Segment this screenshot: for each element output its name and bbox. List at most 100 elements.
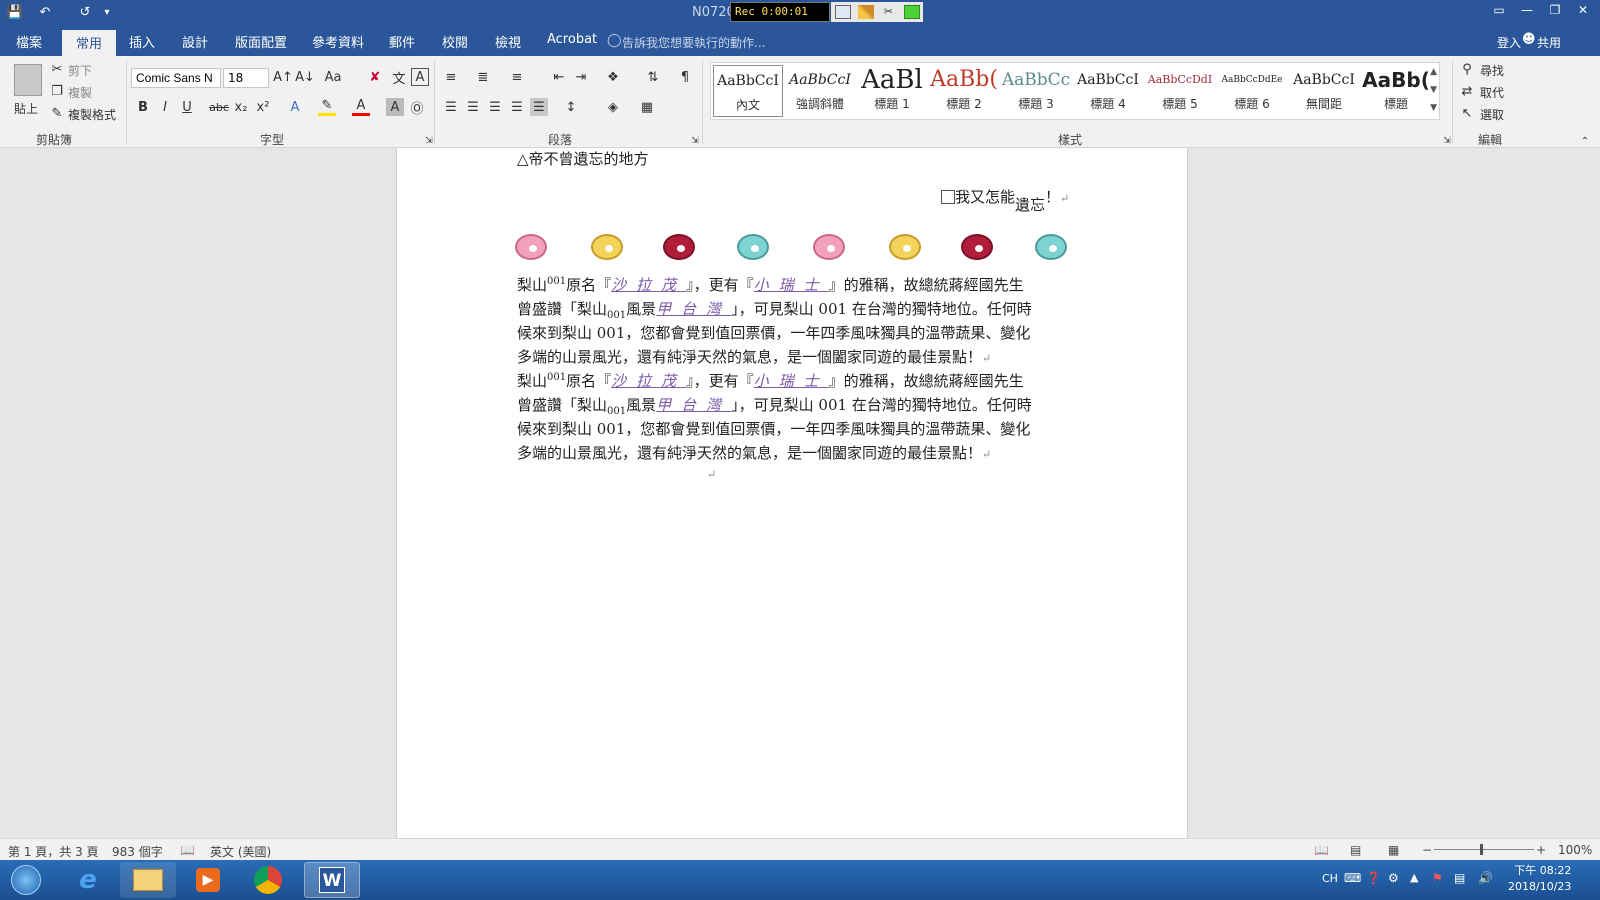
- start-button[interactable]: [2, 862, 50, 898]
- ribbon-display-icon[interactable]: ▭: [1487, 3, 1511, 21]
- screen-icon[interactable]: [834, 5, 851, 19]
- tray-settings-icon[interactable]: ⚙: [1388, 871, 1399, 885]
- zoom-slider-thumb[interactable]: [1480, 844, 1483, 855]
- tell-me-search[interactable]: 告訴我您想要執行的動作...: [622, 34, 765, 51]
- zoom-slider[interactable]: [1434, 849, 1534, 850]
- share-button[interactable]: 共用: [1537, 34, 1561, 51]
- input-language[interactable]: CH: [1322, 872, 1338, 885]
- page-count[interactable]: 第 1 頁，共 3 頁: [8, 843, 99, 860]
- numbering-icon[interactable]: ≣: [474, 68, 492, 86]
- action-center-icon[interactable]: ⚑: [1432, 871, 1443, 885]
- style-emphasis[interactable]: AaBbCcI 強調斜體: [785, 65, 855, 117]
- clock[interactable]: 下午 08:22 2018/10/23: [1508, 863, 1571, 895]
- tab-file[interactable]: 檔案: [16, 32, 42, 51]
- tab-references[interactable]: 參考資料: [312, 32, 364, 51]
- tab-mailings[interactable]: 郵件: [389, 32, 415, 51]
- sign-in-link[interactable]: 登入: [1497, 34, 1521, 51]
- help-icon[interactable]: ❓: [1366, 871, 1381, 885]
- zoom-out-icon[interactable]: −: [1422, 843, 1432, 857]
- align-center-icon[interactable]: ☰: [464, 98, 482, 116]
- restore-icon[interactable]: ❐: [1543, 3, 1567, 21]
- gallery-scroll-down-icon[interactable]: ▼: [1430, 85, 1437, 95]
- copy-button[interactable]: 複製: [68, 84, 92, 101]
- minimize-icon[interactable]: —: [1515, 3, 1539, 21]
- gallery-scroll-up-icon[interactable]: ▲: [1430, 67, 1437, 77]
- tab-view[interactable]: 檢視: [495, 32, 521, 51]
- undo-icon[interactable]: ↶: [36, 3, 54, 21]
- font-color-icon[interactable]: A: [352, 98, 370, 116]
- character-shading-icon[interactable]: A: [386, 98, 404, 116]
- shading-icon[interactable]: ◈: [604, 98, 622, 116]
- text-direction-icon[interactable]: ❖: [604, 68, 622, 86]
- redo-icon[interactable]: ↺: [76, 3, 94, 21]
- keyboard-icon[interactable]: ⌨: [1344, 871, 1361, 885]
- justify-icon[interactable]: ☰: [508, 98, 526, 116]
- tab-design[interactable]: 設計: [182, 32, 208, 51]
- enclose-characters-icon[interactable]: Ⓞ: [408, 98, 426, 117]
- style-heading-2[interactable]: AaBb( 標題 2: [929, 65, 999, 117]
- read-mode-icon[interactable]: 📖: [1314, 843, 1329, 857]
- find-button[interactable]: 尋找: [1480, 62, 1504, 79]
- italic-icon[interactable]: I: [156, 98, 174, 116]
- cut-button[interactable]: 剪下: [68, 62, 92, 79]
- grow-font-icon[interactable]: A↑: [273, 68, 293, 86]
- sort-icon[interactable]: ⇅: [644, 68, 662, 86]
- bullets-icon[interactable]: ≡: [442, 68, 460, 86]
- style-heading-6[interactable]: AaBbCcDdEe 標題 6: [1217, 65, 1287, 117]
- taskbar-explorer[interactable]: [120, 862, 176, 898]
- scissors-icon[interactable]: ✂: [881, 5, 897, 19]
- style-normal[interactable]: AaBbCcI 內文: [713, 65, 783, 117]
- print-layout-icon[interactable]: ▤: [1350, 843, 1361, 857]
- text-effects-icon[interactable]: A: [286, 98, 304, 116]
- show-hidden-icons-icon[interactable]: ▲: [1410, 871, 1418, 884]
- document-page[interactable]: △帝不曾遺忘的地方 我又怎能遺忘！↵ 梨山001原名『沙拉茂』，更有『小瑞士』的…: [396, 148, 1188, 838]
- link-shalamao[interactable]: 沙拉茂: [611, 372, 686, 390]
- save-icon[interactable]: 💾: [6, 3, 24, 21]
- align-right-icon[interactable]: ☰: [486, 98, 504, 116]
- tab-layout[interactable]: 版面配置: [235, 32, 287, 51]
- style-heading-1[interactable]: AaBl 標題 1: [857, 65, 927, 117]
- green-square-icon[interactable]: [903, 5, 920, 19]
- pencil-icon[interactable]: [857, 5, 874, 19]
- tab-insert[interactable]: 插入: [129, 32, 155, 51]
- taskbar-chrome[interactable]: [240, 862, 296, 898]
- tab-acrobat[interactable]: Acrobat: [547, 32, 597, 47]
- replace-button[interactable]: 取代: [1480, 84, 1504, 101]
- align-left-icon[interactable]: ☰: [442, 98, 460, 116]
- quick-access-dropdown-icon[interactable]: ▾: [98, 3, 116, 21]
- show-marks-icon[interactable]: ¶: [676, 68, 694, 86]
- network-icon[interactable]: ▤: [1454, 871, 1465, 885]
- style-heading-3[interactable]: AaBbCc 標題 3: [1001, 65, 1071, 117]
- web-layout-icon[interactable]: ▦: [1388, 843, 1399, 857]
- link-little-switzerland[interactable]: 小瑞士: [754, 372, 829, 390]
- clear-formatting-icon[interactable]: ✘: [366, 68, 384, 86]
- superscript-icon[interactable]: x²: [254, 98, 272, 116]
- link-little-switzerland[interactable]: 小瑞士: [754, 276, 829, 294]
- format-painter-button[interactable]: 複製格式: [68, 106, 116, 123]
- style-heading-5[interactable]: AaBbCcDdI 標題 5: [1145, 65, 1215, 117]
- underline-icon[interactable]: U: [178, 98, 196, 116]
- language-indicator[interactable]: 英文 (美國): [210, 843, 271, 860]
- change-case-icon[interactable]: Aa: [324, 68, 342, 86]
- volume-icon[interactable]: 🔊: [1478, 871, 1493, 885]
- multilevel-list-icon[interactable]: ≡: [508, 68, 526, 86]
- shrink-font-icon[interactable]: A↓: [295, 68, 315, 86]
- font-size-select[interactable]: 18: [223, 68, 269, 88]
- taskbar-word[interactable]: W: [304, 862, 360, 898]
- zoom-level[interactable]: 100%: [1558, 843, 1592, 857]
- distributed-icon[interactable]: ☰: [530, 98, 548, 116]
- font-name-select[interactable]: Comic Sans N: [131, 68, 221, 88]
- borders-icon[interactable]: ▦: [638, 98, 656, 116]
- link-jia-taiwan[interactable]: 甲台灣: [656, 396, 731, 414]
- select-button[interactable]: 選取: [1480, 106, 1504, 123]
- paste-button[interactable]: 貼上: [10, 62, 46, 122]
- style-heading-4[interactable]: AaBbCcI 標題 4: [1073, 65, 1143, 117]
- subscript-icon[interactable]: x₂: [232, 98, 250, 116]
- tab-review[interactable]: 校閱: [442, 32, 468, 51]
- close-icon[interactable]: ✕: [1571, 3, 1595, 21]
- taskbar-ie[interactable]: e: [60, 862, 116, 898]
- phonetic-guide-icon[interactable]: 文: [390, 68, 408, 87]
- link-shalamao[interactable]: 沙拉茂: [611, 276, 686, 294]
- word-count[interactable]: 983 個字: [112, 843, 163, 860]
- increase-indent-icon[interactable]: ⇥: [572, 68, 590, 86]
